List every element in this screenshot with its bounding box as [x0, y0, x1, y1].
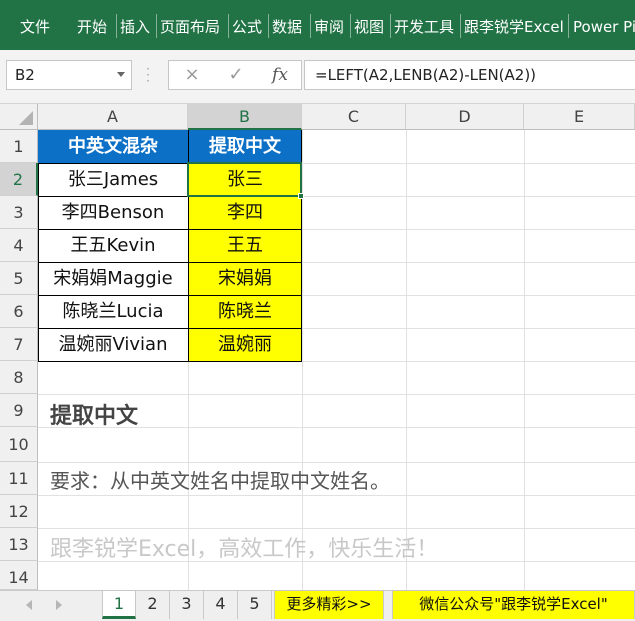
formula-input[interactable]: =LEFT(A2,LENB(A2)-LEN(A2))	[304, 60, 635, 90]
cell-b2[interactable]: 张三	[189, 164, 302, 197]
ribbon-separator	[228, 14, 229, 38]
sheet-tab-1[interactable]: 1	[102, 591, 136, 619]
tab-power-pivot[interactable]: Power Pi	[573, 0, 635, 50]
tab-home[interactable]: 开始	[77, 0, 115, 50]
cell-b6[interactable]: 陈晓兰	[189, 296, 302, 329]
row-header-4[interactable]: 4	[0, 229, 38, 262]
row-header-7[interactable]: 7	[0, 328, 38, 361]
row-header-10[interactable]: 10	[0, 427, 38, 462]
tab-formulas[interactable]: 公式	[232, 0, 268, 50]
tab-custom[interactable]: 跟李锐学Excel	[464, 0, 566, 50]
scroll-left-icon[interactable]	[26, 600, 32, 610]
enter-icon[interactable]: ✓	[221, 61, 251, 89]
column-header-b[interactable]: B	[188, 104, 302, 130]
row-header-9[interactable]: 9	[0, 394, 38, 427]
cell-a4[interactable]: 王五Kevin	[38, 230, 189, 263]
gridline	[38, 394, 635, 395]
sheet-tab-bar: 1 2 3 4 5 更多精彩>> 微信公众号"跟李锐学Excel"	[0, 590, 635, 621]
column-header-c[interactable]: C	[302, 104, 406, 130]
row-header-2[interactable]: 2	[0, 163, 38, 196]
splitter-handle[interactable]: · · ·	[146, 63, 150, 87]
row-header-11[interactable]: 11	[0, 462, 38, 495]
ribbon-separator	[116, 14, 117, 38]
cell-a2[interactable]: 张三James	[38, 164, 189, 197]
row-header-8[interactable]: 8	[0, 361, 38, 394]
cell-a7[interactable]: 温婉丽Vivian	[38, 329, 189, 362]
tab-review[interactable]: 审阅	[314, 0, 350, 50]
cell-a5[interactable]: 宋娟娟Maggie	[38, 263, 189, 296]
table-header-chinese[interactable]: 提取中文	[189, 130, 302, 164]
column-header-d[interactable]: D	[406, 104, 524, 130]
row-header-5[interactable]: 5	[0, 262, 38, 295]
row-header-14[interactable]: 14	[0, 561, 38, 590]
section-title: 提取中文	[50, 404, 139, 429]
row-header-12[interactable]: 12	[0, 495, 38, 528]
cell-a6[interactable]: 陈晓兰Lucia	[38, 296, 189, 329]
gridline	[38, 462, 635, 463]
cell-b3[interactable]: 李四	[189, 197, 302, 230]
chevron-down-icon[interactable]	[117, 72, 125, 77]
row-header-13[interactable]: 13	[0, 528, 38, 561]
row-header-6[interactable]: 6	[0, 295, 38, 328]
insert-function-icon[interactable]: fx	[265, 61, 295, 89]
tab-developer[interactable]: 开发工具	[394, 0, 460, 50]
ribbon-separator	[268, 14, 269, 38]
name-box[interactable]: B2	[6, 60, 132, 90]
gridline	[38, 528, 635, 529]
gridline	[406, 130, 407, 590]
column-header-e[interactable]: E	[524, 104, 635, 130]
table-header-mixed[interactable]: 中英文混杂	[38, 130, 189, 164]
ribbon-separator	[350, 14, 351, 38]
gridline	[38, 495, 635, 496]
fill-handle[interactable]	[298, 193, 304, 199]
ribbon-separator	[390, 14, 391, 38]
sheet-tab-2[interactable]: 2	[136, 591, 170, 619]
column-header-a[interactable]: A	[38, 104, 188, 130]
scroll-right-icon[interactable]	[56, 600, 62, 610]
tab-data[interactable]: 数据	[272, 0, 308, 50]
sheet-tab-4[interactable]: 4	[204, 591, 238, 619]
gridline	[524, 130, 525, 590]
ribbon-separator	[568, 14, 569, 38]
ribbon-tab-bar: 文件 开始 插入 页面布局 公式 数据 审阅 视图 开发工具 跟李锐学Excel…	[0, 0, 635, 50]
cell-b4[interactable]: 王五	[189, 230, 302, 263]
sheet-tab-more[interactable]: 更多精彩>>	[274, 591, 384, 619]
cancel-icon[interactable]: ×	[177, 61, 207, 89]
slogan-text: 跟李锐学Excel，高效工作，快乐生活！	[50, 537, 439, 562]
tab-insert[interactable]: 插入	[120, 0, 156, 50]
select-all-icon	[19, 111, 33, 125]
name-box-value: B2	[15, 66, 35, 84]
tab-view[interactable]: 视图	[354, 0, 390, 50]
tab-page-layout[interactable]: 页面布局	[160, 0, 228, 50]
row-header-3[interactable]: 3	[0, 196, 38, 229]
ribbon-separator	[460, 14, 461, 38]
cell-b5[interactable]: 宋娟娟	[189, 263, 302, 296]
sheet-tab-5[interactable]: 5	[238, 591, 272, 619]
ribbon-separator	[310, 14, 311, 38]
row-header-1[interactable]: 1	[0, 130, 38, 163]
tab-file[interactable]: 文件	[20, 0, 60, 50]
requirement-text: 要求：从中英文姓名中提取中文姓名。	[50, 469, 390, 493]
ribbon-separator	[156, 14, 157, 38]
worksheet-grid[interactable]: A B C D E 1 2 3 4 5 6 7 8 9 10 11 12 13 …	[0, 104, 635, 590]
formula-buttons: × ✓ fx	[168, 60, 302, 90]
gridline	[302, 130, 303, 590]
formula-bar: B2 · · · × ✓ fx =LEFT(A2,LENB(A2)-LEN(A2))	[0, 50, 635, 104]
select-all-button[interactable]	[0, 104, 38, 130]
sheet-tab-3[interactable]: 3	[170, 591, 204, 619]
sheet-tab-wechat[interactable]: 微信公众号"跟李锐学Excel"	[392, 591, 635, 619]
cell-b7[interactable]: 温婉丽	[189, 329, 302, 362]
cell-a3[interactable]: 李四Benson	[38, 197, 189, 230]
